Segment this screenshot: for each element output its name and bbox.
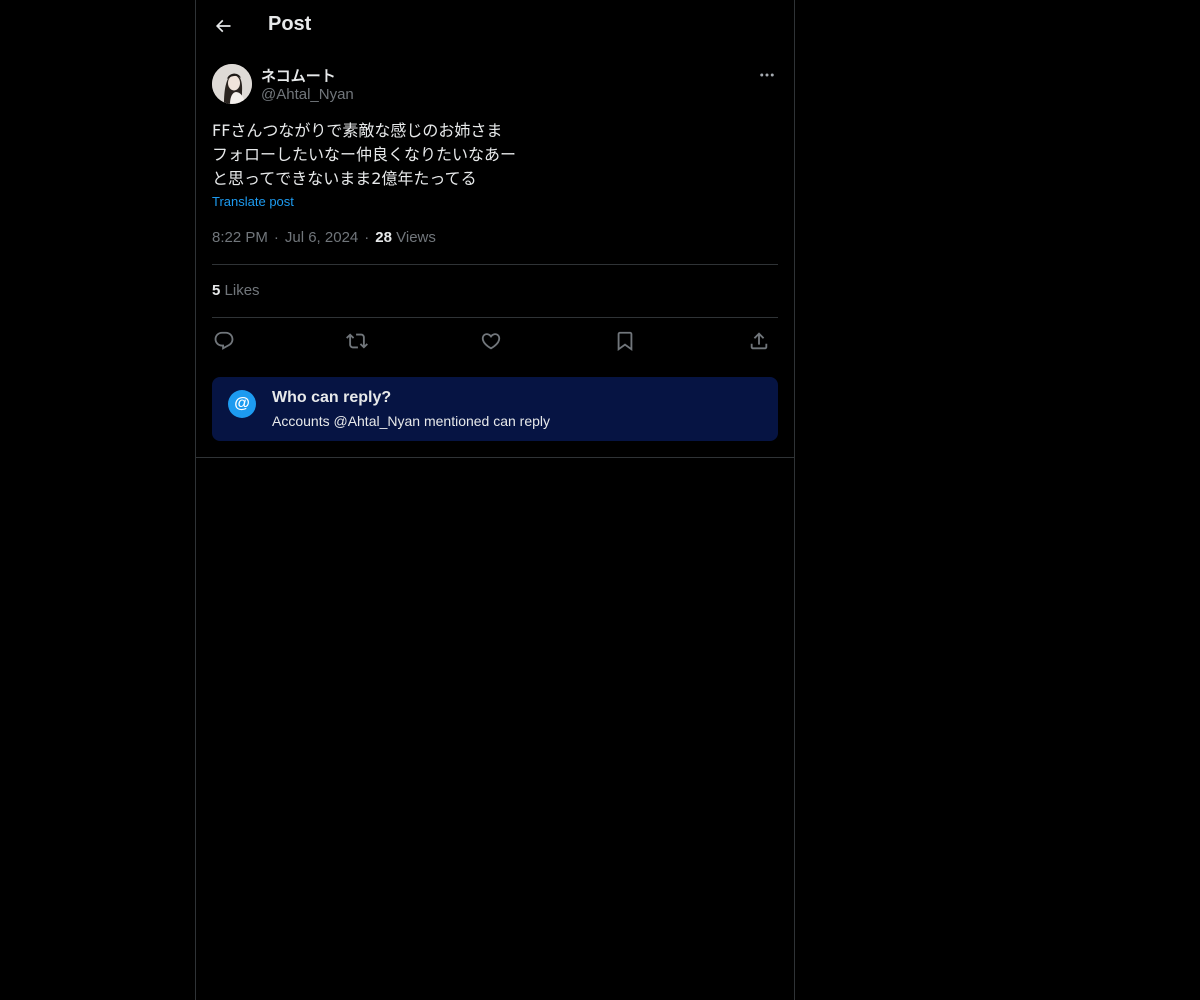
reply-button[interactable] — [212, 329, 236, 353]
at-icon: @ — [228, 390, 256, 418]
views-count: 28 — [375, 229, 392, 246]
meta-separator: · — [273, 229, 279, 246]
divider — [212, 264, 778, 265]
repost-icon — [346, 333, 368, 349]
likes-label: Likes — [224, 282, 260, 299]
post-time[interactable]: 8:22 PM — [212, 229, 268, 246]
like-button[interactable] — [479, 329, 503, 353]
who-can-reply-notice: @ Who can reply? Accounts @Ahtal_Nyan me… — [212, 377, 778, 441]
translate-post-link[interactable]: Translate post — [212, 194, 294, 209]
post-author: ネコムート @Ahtal_Nyan — [212, 64, 778, 108]
meta-separator: · — [364, 229, 370, 246]
post-text: FFさんつながりで素敵な感じのお姉さま フォローしたいなー仲良くなりたいなあー … — [212, 119, 772, 191]
avatar[interactable] — [212, 64, 252, 104]
bookmark-button[interactable] — [613, 329, 637, 353]
post-header: Post — [196, 0, 794, 54]
post-date[interactable]: Jul 6, 2024 — [285, 229, 358, 246]
back-button[interactable] — [208, 11, 238, 41]
post-bottom-border — [196, 457, 794, 458]
post-text-line: フォローしたいなー仲良くなりたいなあー — [212, 145, 517, 164]
post-actions-bar — [212, 325, 778, 357]
post-metadata: 8:22 PM · Jul 6, 2024 · 28 Views — [212, 229, 436, 246]
display-name[interactable]: ネコムート — [261, 65, 336, 86]
likes-link[interactable]: 5 Likes — [212, 282, 260, 299]
share-button[interactable] — [747, 329, 771, 353]
post-column: Post ネコムート @Ahtal_Nyan FFさんつながりで素敵な感じのお姉… — [195, 0, 795, 1000]
more-horizontal-icon — [760, 73, 774, 77]
likes-count: 5 — [212, 282, 221, 299]
share-icon — [750, 332, 768, 350]
views-label: Views — [396, 229, 436, 246]
user-handle[interactable]: @Ahtal_Nyan — [261, 86, 354, 103]
heart-icon — [481, 333, 501, 350]
page-title: Post — [268, 13, 312, 35]
arrow-left-icon — [215, 19, 231, 33]
who-can-reply-description: Accounts @Ahtal_Nyan mentioned can reply — [272, 413, 551, 429]
avatar-photo — [212, 64, 252, 104]
post-text-line: FFさんつながりで素敵な感じのお姉さま — [212, 121, 503, 140]
more-options-button[interactable] — [756, 64, 778, 86]
bookmark-icon — [617, 331, 633, 352]
who-can-reply-title: Who can reply? — [272, 389, 392, 406]
divider — [212, 317, 778, 318]
reply-icon — [214, 331, 234, 350]
repost-button[interactable] — [345, 329, 369, 353]
post-text-line: と思ってできないまま2億年たってる — [212, 169, 477, 188]
